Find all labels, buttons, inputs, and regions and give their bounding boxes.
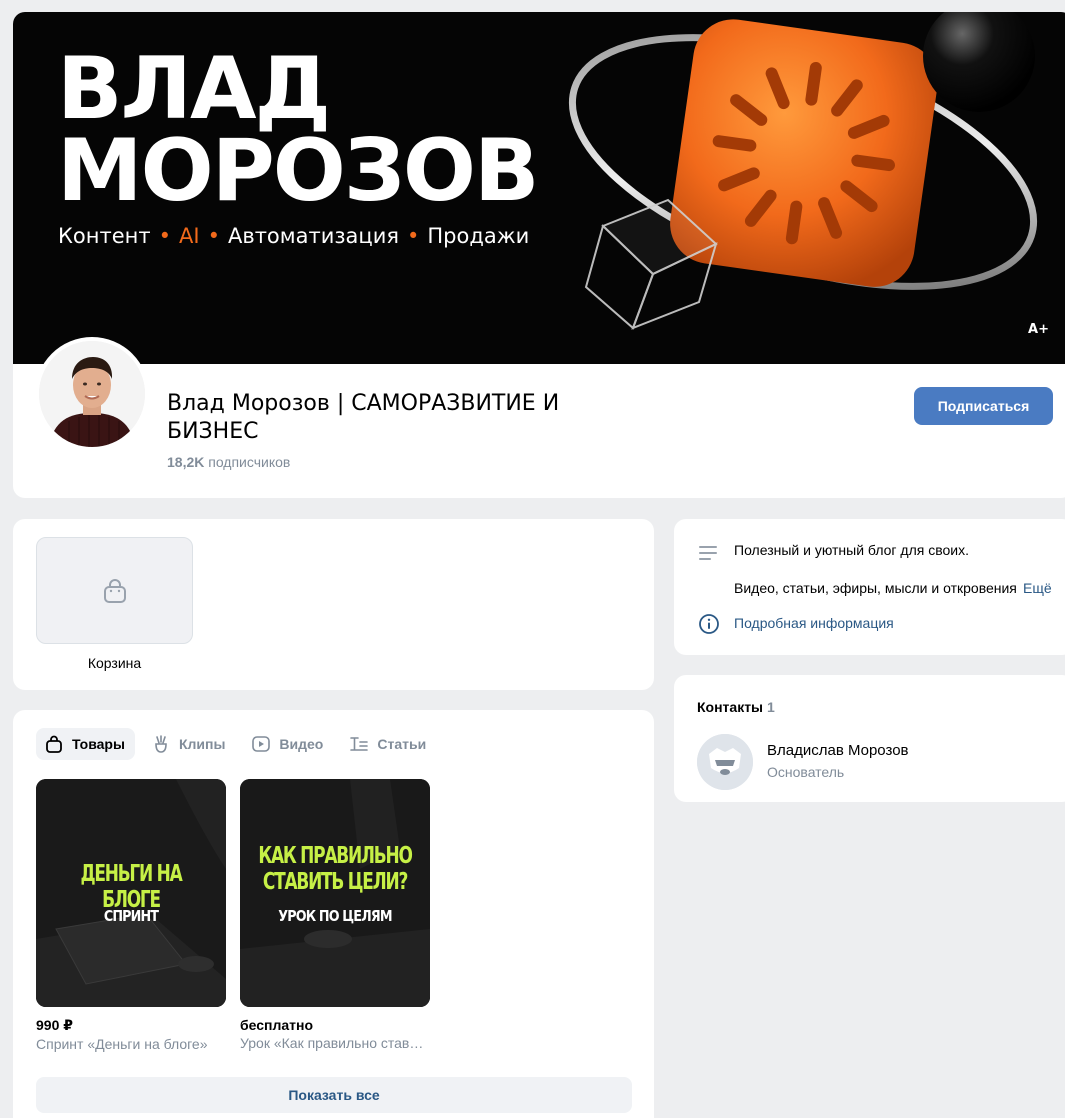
cart-tile[interactable] <box>36 537 193 644</box>
avatar-photo <box>39 341 145 447</box>
bullet-icon: • <box>207 224 220 248</box>
about-text-truncated: Видео, статьи, эфиры, мысли и откровения <box>734 580 1017 596</box>
person-photo-icon <box>39 341 145 447</box>
cover-tag: Контент <box>58 224 151 248</box>
clips-icon <box>155 735 167 753</box>
tab-label: Видео <box>279 736 324 752</box>
subscribers-number: 18,2K <box>167 454 205 470</box>
product-image: ДЕНЬГИ НА БЛОГЕ СПРИНТ <box>36 779 226 1007</box>
detailed-info-link[interactable]: Подробная информация <box>734 615 894 631</box>
default-avatar-icon <box>697 734 753 790</box>
tab-clips[interactable]: Клипы <box>143 728 235 760</box>
about-card: Полезный и уютный блог для своих. Видео,… <box>674 519 1065 655</box>
product-price: бесплатно <box>240 1017 314 1033</box>
about-text: Полезный и уютный блог для своих. <box>734 542 970 558</box>
video-icon <box>252 736 271 752</box>
profile-name: Влад Морозов | САМОРАЗВИТИЕ И БИЗНЕС <box>167 391 560 444</box>
text-lines-icon <box>699 546 717 560</box>
contact-name[interactable]: Владислав Морозов <box>767 742 909 759</box>
content-tabs: Товары Клипы Видео Статьи <box>36 728 436 760</box>
info-icon <box>699 614 719 634</box>
tab-label: Статьи <box>377 736 427 752</box>
cover-image: ВЛАД МОРОЗОВ Контент • AI • Автоматизация • Пр… <box>13 12 1065 364</box>
product-subtitle: УРОК ПО ЦЕЛЯМ <box>278 907 392 925</box>
product-headline: КАК ПРАВИЛЬНО СТАВИТЬ ЦЕЛИ? <box>258 843 413 895</box>
cover-title-line1: ВЛАД <box>57 39 331 139</box>
contacts-title: Контакты <box>697 699 764 715</box>
tab-label: Клипы <box>178 736 226 752</box>
product-name: Урок «Как правильно ставить цели» <box>240 1035 430 1051</box>
product-headline: ДЕНЬГИ НА БЛОГЕ <box>80 861 182 913</box>
contacts-count: 1 <box>767 699 775 715</box>
bullet-icon: • <box>158 224 171 248</box>
cart-card: Корзина <box>13 519 654 690</box>
tab-products[interactable]: Товары <box>36 728 135 760</box>
cover-tag: AI <box>179 224 200 248</box>
cover-tag: Автоматизация <box>227 224 399 248</box>
product-card[interactable]: ДЕНЬГИ НА БЛОГЕ СПРИНТ 990 ₽ Спринт «Ден… <box>36 779 226 1052</box>
tab-articles[interactable]: Статьи <box>341 728 436 760</box>
shopping-bag-icon <box>103 578 126 603</box>
cover-title: ВЛАД МОРОЗОВ <box>57 39 540 221</box>
show-more-link[interactable]: Ещё <box>1023 580 1052 596</box>
contact-role: Основатель <box>767 764 845 780</box>
subscribe-button[interactable]: Подписаться <box>914 387 1053 425</box>
cover-title-line2: МОРОЗОВ <box>57 121 540 221</box>
product-card[interactable]: КАК ПРАВИЛЬНО СТАВИТЬ ЦЕЛИ? УРОК ПО ЦЕЛЯ… <box>240 779 430 1051</box>
product-subtitle: СПРИНТ <box>103 907 159 925</box>
product-price: 990 ₽ <box>36 1017 73 1033</box>
subscribers-label: подписчиков <box>208 454 291 470</box>
articles-icon <box>350 737 369 751</box>
contacts-header[interactable]: Контакты 1 <box>697 699 775 715</box>
shopping-bag-icon <box>46 735 62 753</box>
contacts-card: Контакты 1 Владислав Морозов Основатель <box>674 675 1065 802</box>
products-card: Товары Клипы Видео Статьи ДЕНЬГИ НА БЛОГ… <box>13 710 654 1118</box>
show-all-button[interactable]: Показать все <box>36 1077 632 1113</box>
product-image: КАК ПРАВИЛЬНО СТАВИТЬ ЦЕЛИ? УРОК ПО ЦЕЛЯ… <box>240 779 430 1007</box>
cart-label[interactable]: Корзина <box>36 655 193 671</box>
tab-label: Товары <box>72 736 125 752</box>
product-name: Спринт «Деньги на блоге» <box>36 1036 208 1052</box>
cover-tag: Продажи <box>427 224 530 248</box>
cover-tags: Контент • AI • Автоматизация • Продажи <box>58 224 529 248</box>
a-plus-badge[interactable]: A+ <box>1028 322 1049 337</box>
profile-header: ВЛАД МОРОЗОВ Контент • AI • Автоматизация • Пр… <box>13 12 1065 498</box>
contact-avatar[interactable] <box>697 734 753 790</box>
avatar[interactable] <box>35 337 149 451</box>
tab-video[interactable]: Видео <box>243 728 333 760</box>
subscribers-count[interactable]: 18,2K подписчиков <box>167 454 290 470</box>
bullet-icon: • <box>406 224 420 248</box>
